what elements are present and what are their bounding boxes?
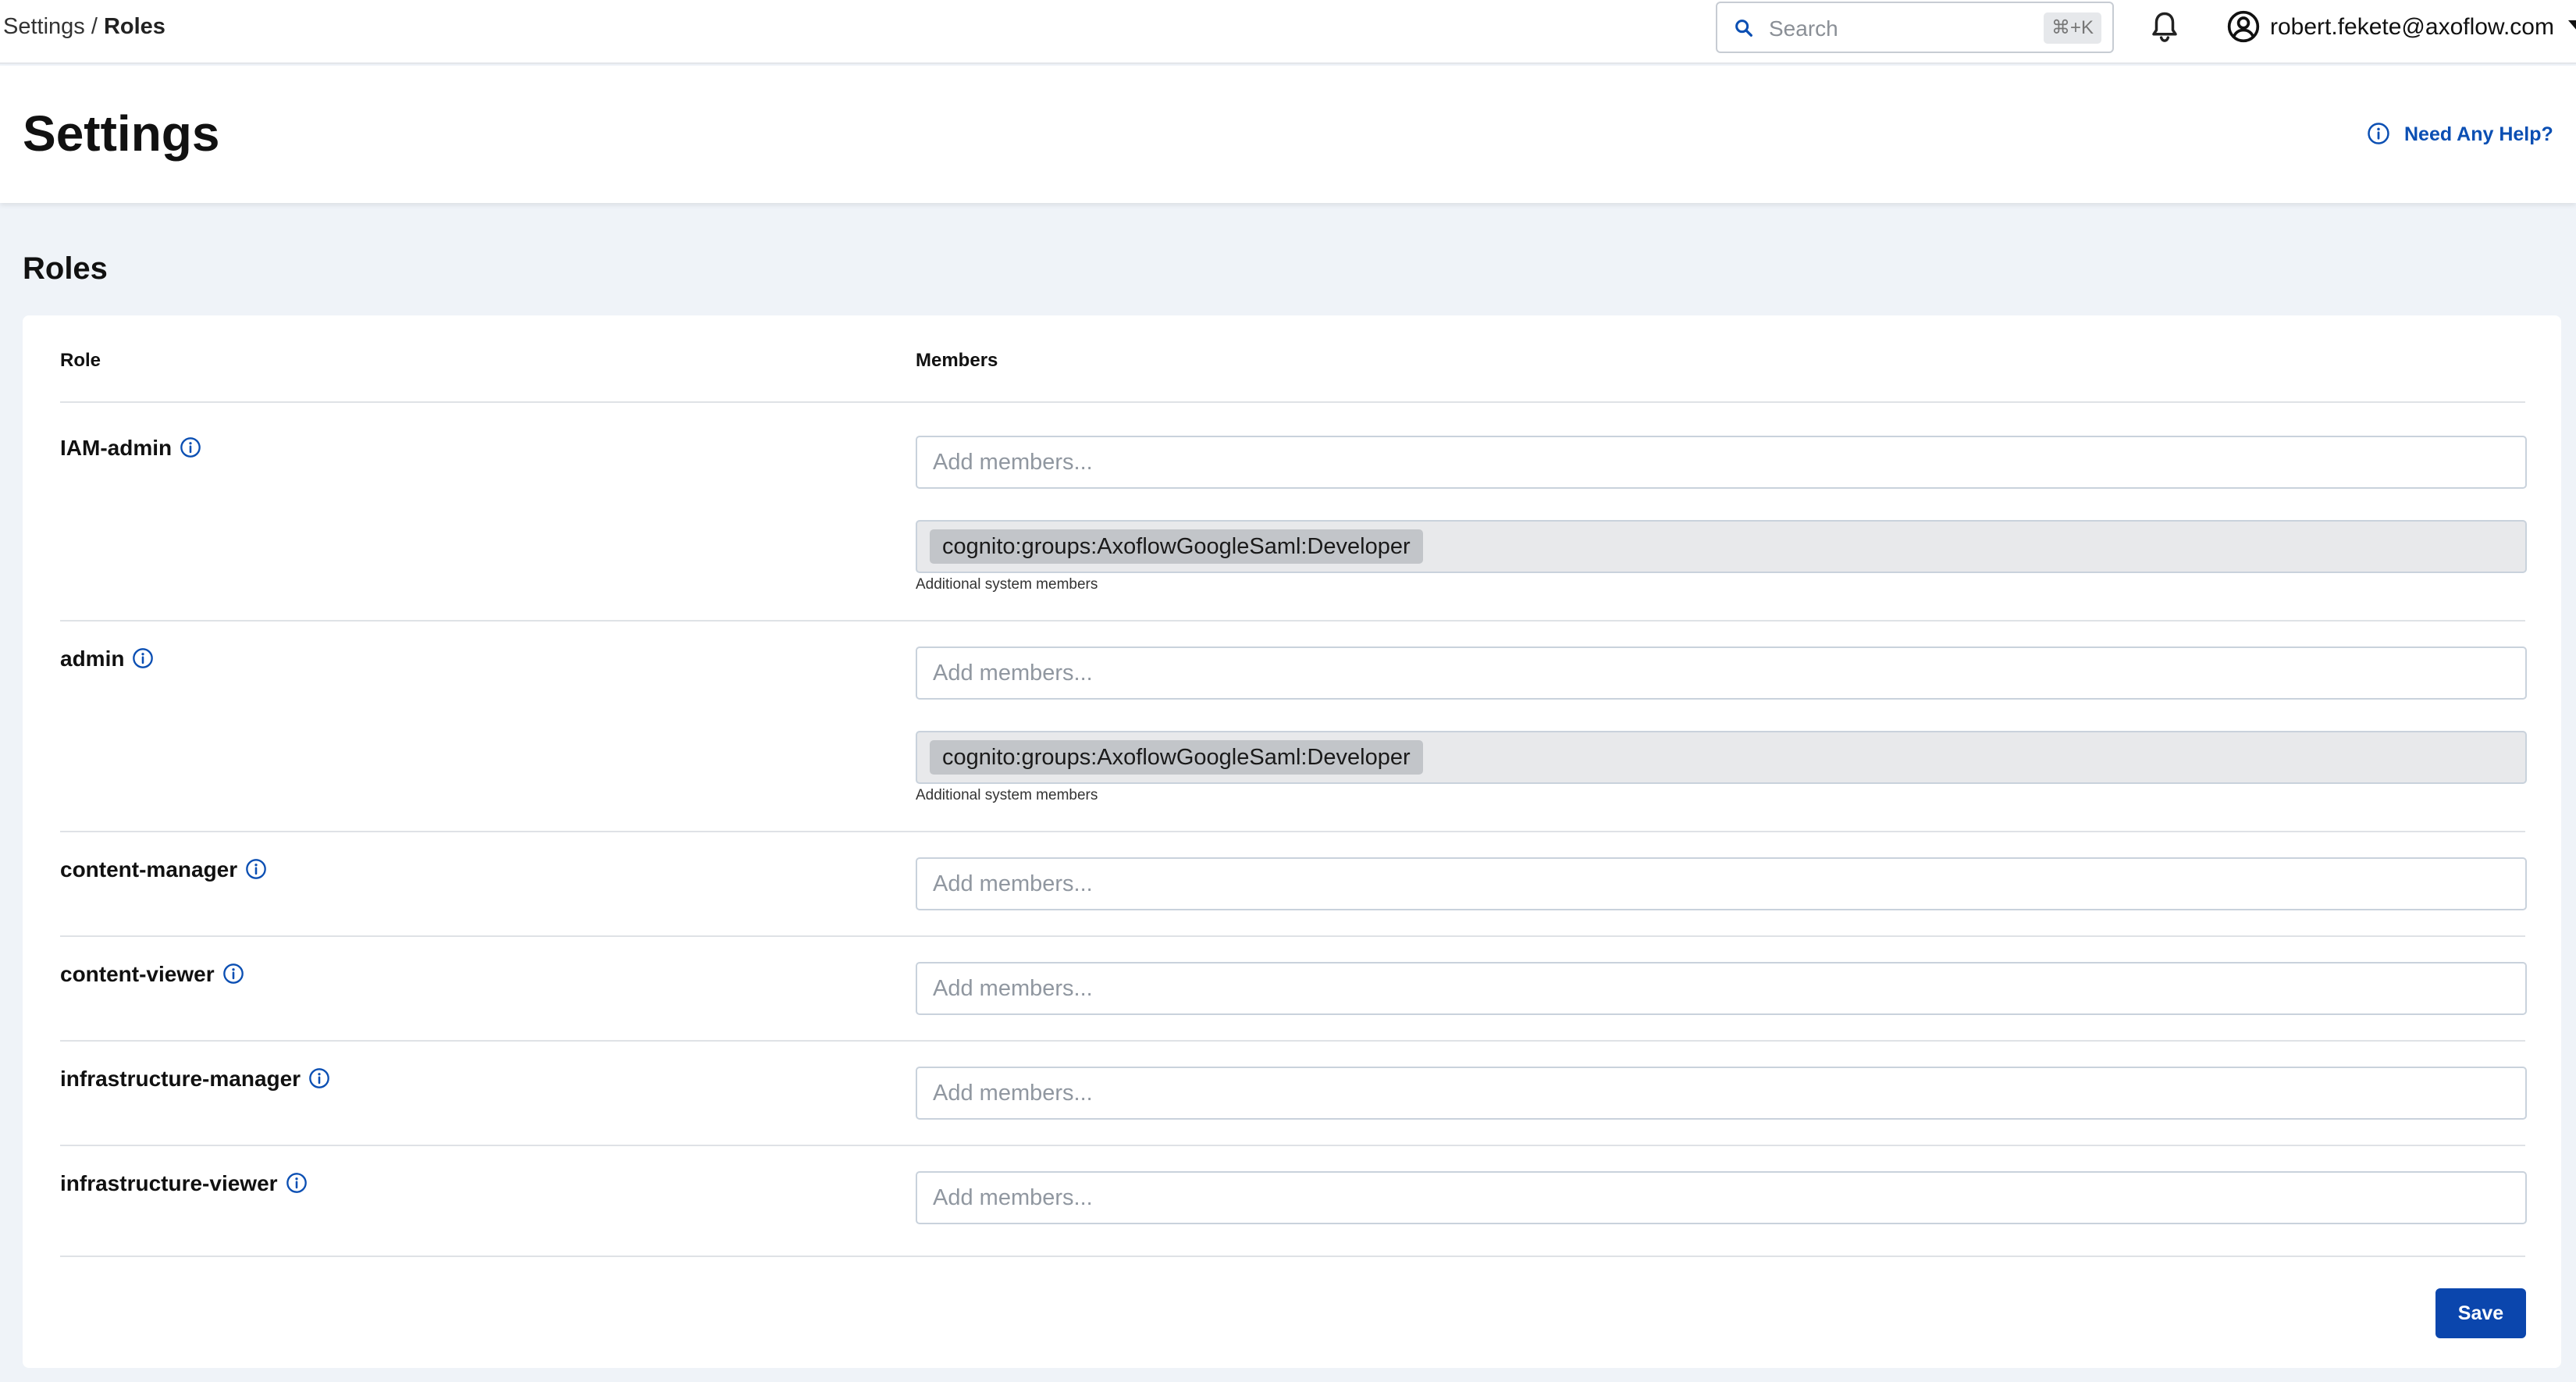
save-button[interactable]: Save bbox=[2435, 1288, 2526, 1338]
system-members-helper: Additional system members bbox=[916, 787, 1098, 803]
roles-card: Role Members IAM-admin cognito:groups:Ax… bbox=[23, 315, 2561, 1368]
column-header-members: Members bbox=[916, 350, 998, 371]
system-members-helper: Additional system members bbox=[916, 576, 1098, 593]
search-placeholder: Search bbox=[1769, 16, 1838, 41]
members-input-admin[interactable] bbox=[916, 646, 2527, 700]
info-icon[interactable] bbox=[245, 858, 267, 880]
divider bbox=[60, 620, 2525, 622]
search-icon bbox=[1735, 20, 1752, 37]
members-input-content-viewer[interactable] bbox=[916, 962, 2527, 1015]
role-label: content-viewer bbox=[60, 962, 215, 986]
role-name-content-manager: content-manager bbox=[60, 857, 267, 882]
divider bbox=[60, 935, 2525, 937]
role-label: admin bbox=[60, 646, 125, 671]
divider bbox=[60, 401, 2525, 403]
search-shortcut-badge: ⌘+K bbox=[2043, 12, 2101, 44]
info-icon[interactable] bbox=[222, 963, 244, 985]
page-header: Settings Need Any Help? bbox=[0, 66, 2576, 203]
divider bbox=[60, 1145, 2525, 1146]
account-icon bbox=[2227, 10, 2260, 43]
breadcrumb: Settings / Roles bbox=[3, 14, 165, 40]
info-icon[interactable] bbox=[286, 1172, 308, 1194]
role-label: IAM-admin bbox=[60, 436, 173, 460]
role-name-infrastructure-manager: infrastructure-manager bbox=[60, 1067, 330, 1092]
role-name-iam-admin: IAM-admin bbox=[60, 436, 201, 461]
role-label: content-manager bbox=[60, 857, 238, 882]
members-input-iam-admin[interactable] bbox=[916, 436, 2527, 489]
members-input-infrastructure-viewer[interactable] bbox=[916, 1171, 2527, 1224]
info-icon[interactable] bbox=[308, 1067, 330, 1089]
system-member-chip: cognito:groups:AxoflowGoogleSaml:Develop… bbox=[930, 740, 1423, 775]
bell-icon[interactable] bbox=[2148, 9, 2181, 45]
divider bbox=[60, 1040, 2525, 1042]
role-name-admin: admin bbox=[60, 646, 154, 671]
info-icon[interactable] bbox=[180, 436, 201, 458]
members-input-content-manager[interactable] bbox=[916, 857, 2527, 910]
role-label: infrastructure-manager bbox=[60, 1067, 301, 1091]
system-members-admin: cognito:groups:AxoflowGoogleSaml:Develop… bbox=[916, 731, 2527, 784]
help-label: Need Any Help? bbox=[2404, 123, 2553, 145]
role-name-infrastructure-viewer: infrastructure-viewer bbox=[60, 1171, 308, 1196]
divider bbox=[60, 831, 2525, 832]
system-member-chip: cognito:groups:AxoflowGoogleSaml:Develop… bbox=[930, 529, 1423, 564]
role-label: infrastructure-viewer bbox=[60, 1171, 278, 1195]
members-input-infrastructure-manager[interactable] bbox=[916, 1067, 2527, 1120]
account-email: robert.fekete@axoflow.com bbox=[2270, 14, 2554, 40]
breadcrumb-separator: / bbox=[84, 14, 104, 39]
column-header-role: Role bbox=[60, 350, 101, 371]
top-bar: Settings / Roles Search ⌘+K robert.feket… bbox=[0, 0, 2576, 64]
role-name-content-viewer: content-viewer bbox=[60, 962, 244, 987]
info-icon bbox=[2368, 123, 2389, 144]
breadcrumb-settings[interactable]: Settings bbox=[3, 14, 85, 39]
section-title: Roles bbox=[23, 251, 108, 286]
breadcrumb-roles: Roles bbox=[103, 14, 165, 39]
info-icon[interactable] bbox=[132, 647, 154, 669]
chevron-down-icon[interactable] bbox=[2568, 20, 2576, 33]
page-title: Settings bbox=[23, 105, 220, 162]
system-members-iam-admin: cognito:groups:AxoflowGoogleSaml:Develop… bbox=[916, 520, 2527, 573]
divider bbox=[60, 1256, 2525, 1257]
search-box[interactable]: Search ⌘+K bbox=[1716, 2, 2114, 53]
